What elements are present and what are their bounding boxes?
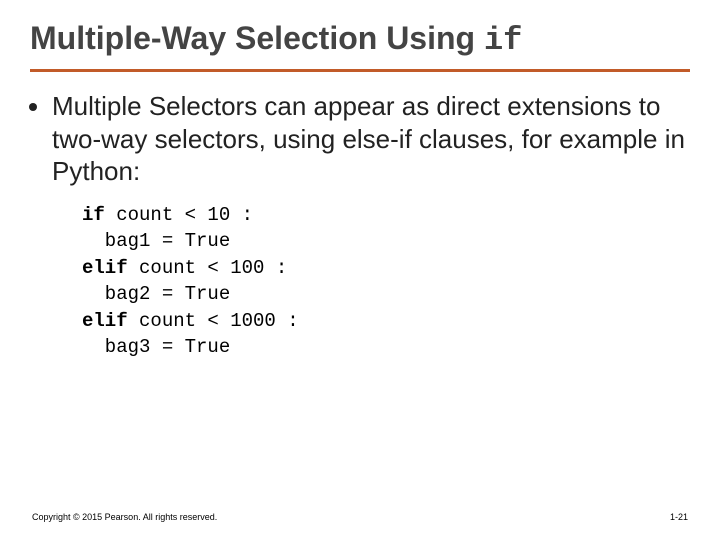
slide-title: Multiple-Way Selection Using if <box>30 20 690 72</box>
code-line-3: count < 100 : <box>128 257 288 279</box>
code-line-2: bag1 = True <box>82 230 230 252</box>
title-text: Multiple-Way Selection Using <box>30 20 484 56</box>
code-line-1: count < 10 : <box>105 204 253 226</box>
code-line-6: bag3 = True <box>82 336 230 358</box>
code-kw-if: if <box>82 204 105 226</box>
bullet-item: Multiple Selectors can appear as direct … <box>52 90 690 188</box>
title-mono: if <box>484 22 522 59</box>
code-block: if count < 10 : bag1 = True elif count <… <box>82 202 690 362</box>
code-line-5: count < 1000 : <box>128 310 299 332</box>
page-number: 1-21 <box>670 512 688 522</box>
bullet-list: Multiple Selectors can appear as direct … <box>30 90 690 188</box>
code-kw-elif-1: elif <box>82 257 128 279</box>
copyright-footer: Copyright © 2015 Pearson. All rights res… <box>32 512 217 522</box>
code-line-4: bag2 = True <box>82 283 230 305</box>
code-kw-elif-2: elif <box>82 310 128 332</box>
slide: Multiple-Way Selection Using if Multiple… <box>0 0 720 540</box>
